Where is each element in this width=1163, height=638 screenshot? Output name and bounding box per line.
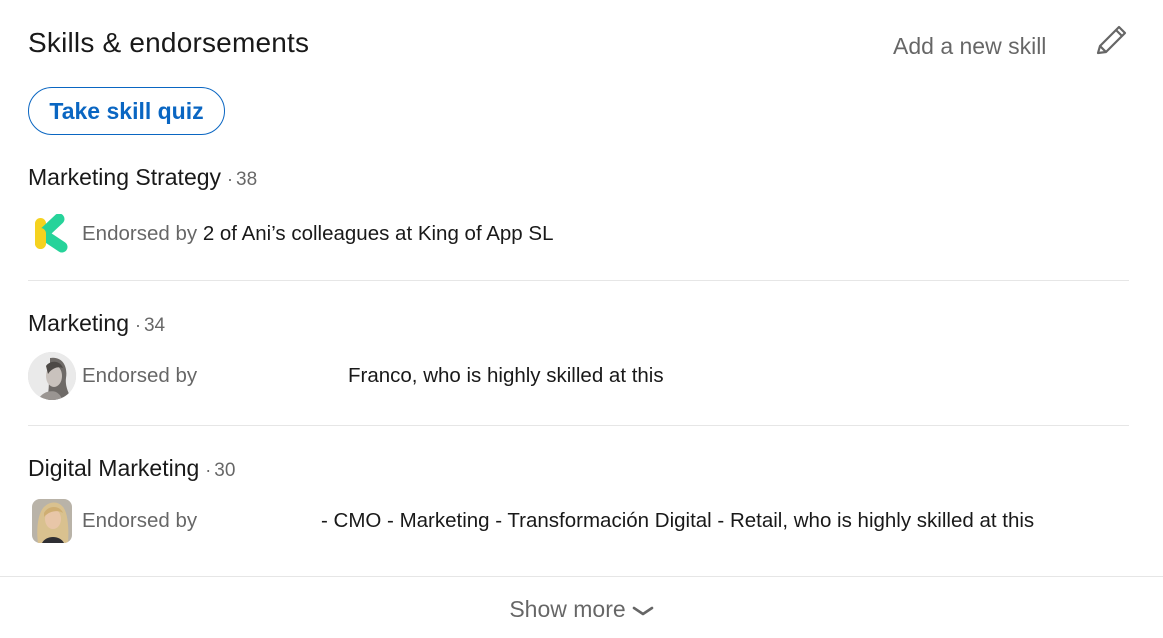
edit-skills-button[interactable]	[1092, 22, 1130, 58]
skill-name-row: Marketing Strategy · 38	[28, 164, 257, 191]
chevron-down-icon	[632, 578, 654, 638]
skill-separator: ·	[205, 460, 212, 480]
skill-name[interactable]: Digital Marketing	[28, 455, 199, 481]
endorser-name-link[interactable]: - CMO - Marketing - Transformación Digit…	[321, 509, 1034, 533]
king-of-app-logo[interactable]	[32, 213, 72, 254]
divider	[28, 425, 1129, 426]
skill-separator: ·	[227, 169, 234, 189]
show-more-label: Show more	[509, 596, 626, 622]
pencil-icon	[1096, 25, 1127, 55]
skill-name[interactable]: Marketing Strategy	[28, 164, 221, 190]
endorsement-count[interactable]: 38	[236, 169, 257, 190]
endorsement-row: Endorsed by Franco, who is highly skille…	[28, 352, 1129, 402]
endorsed-by-label: Endorsed by	[82, 364, 198, 387]
endorsement-text: Endorsed by 2 of Ani’s colleagues at Kin…	[82, 222, 553, 246]
endorser-colleagues-link[interactable]: 2 of Ani’s colleagues at King of App SL	[203, 222, 554, 245]
endorsed-by-label: Endorsed by	[82, 509, 198, 532]
skill-name[interactable]: Marketing	[28, 310, 129, 336]
endorser-avatar[interactable]	[32, 499, 72, 543]
endorser-avatar[interactable]	[28, 352, 76, 400]
skill-separator: ·	[134, 315, 141, 335]
endorser-name-link[interactable]: Franco, who is highly skilled at this	[348, 364, 664, 388]
show-more-button[interactable]: Show more	[0, 577, 1163, 638]
divider	[28, 280, 1129, 281]
endorsement-row: Endorsed by 2 of Ani’s colleagues at Kin…	[28, 210, 1129, 260]
endorsement-count[interactable]: 30	[214, 460, 235, 481]
endorsed-by-label: Endorsed by	[82, 222, 198, 245]
skills-endorsements-card: Skills & endorsements Add a new skill Ta…	[0, 0, 1163, 638]
add-new-skill-link[interactable]: Add a new skill	[893, 33, 1046, 60]
endorsement-row: Endorsed by - CMO - Marketing - Transfor…	[28, 497, 1129, 547]
section-title: Skills & endorsements	[28, 27, 310, 58]
take-skill-quiz-button[interactable]: Take skill quiz	[28, 87, 225, 135]
skill-name-row: Marketing · 34	[28, 310, 165, 337]
skill-name-row: Digital Marketing · 30	[28, 455, 235, 482]
endorsement-count[interactable]: 34	[144, 315, 165, 336]
